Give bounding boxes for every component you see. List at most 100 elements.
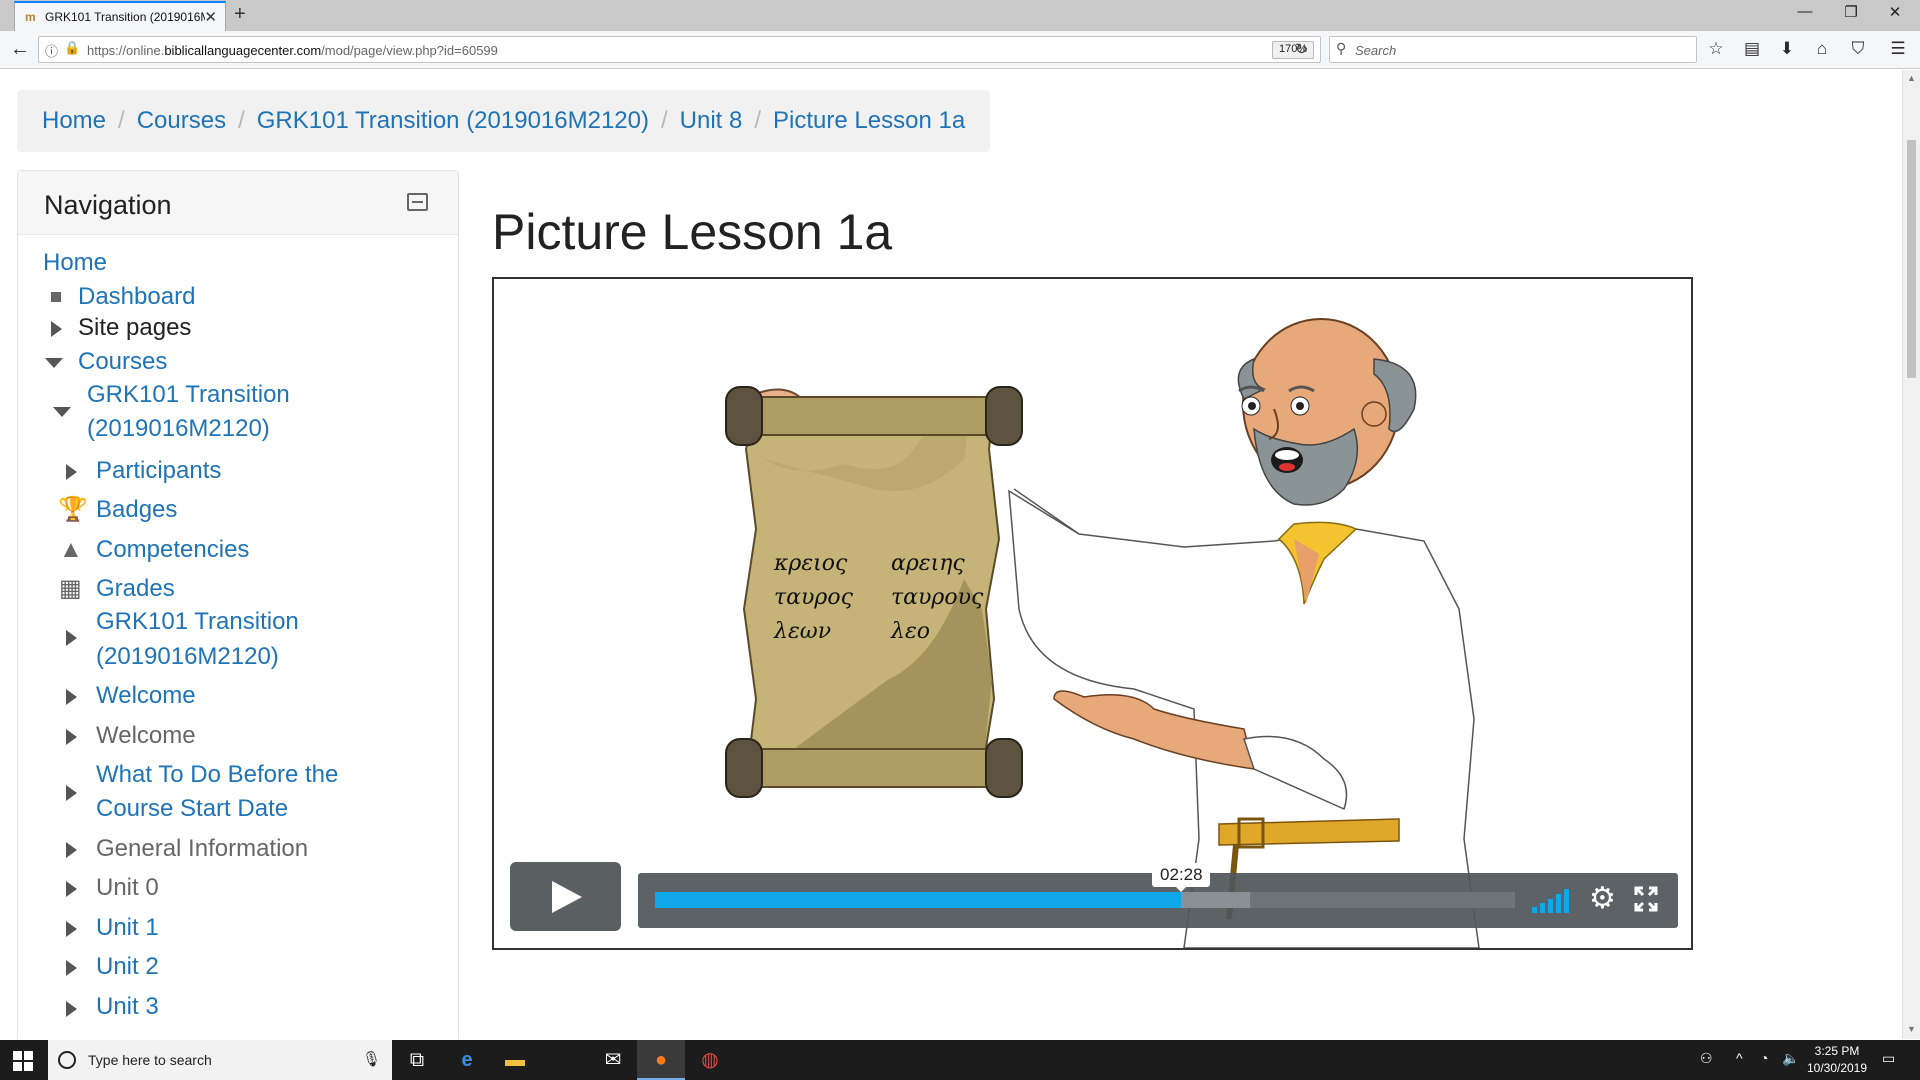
triangle-right-icon[interactable]	[66, 881, 77, 897]
site-info-icon[interactable]: ⓘ	[45, 41, 58, 60]
reload-icon[interactable]: ↻	[1295, 40, 1308, 58]
nav-item-label-line2[interactable]: Course Start Date	[96, 795, 288, 822]
mail-icon[interactable]: ✉	[589, 1040, 637, 1080]
nav-item-course-section[interactable]: GRK101 Transition	[96, 605, 299, 639]
nav-item-label[interactable]: Unit 0	[96, 874, 159, 901]
nav-item-course[interactable]: GRK101 Transition	[87, 378, 290, 412]
breadcrumb-courses[interactable]: Courses	[137, 107, 226, 135]
nav-item-label[interactable]: Home	[43, 249, 107, 276]
nav-item-label[interactable]: Welcome	[96, 682, 196, 709]
tray-chevron-icon[interactable]: ^	[1736, 1050, 1743, 1066]
progress-track[interactable]: 02:28	[655, 863, 1515, 908]
nav-item-label[interactable]: GRK101 Transition	[96, 608, 299, 635]
nav-item-welcome[interactable]: Welcome	[96, 679, 196, 713]
play-button[interactable]	[510, 862, 621, 931]
scroll-up-icon[interactable]: ▲	[1907, 73, 1916, 83]
nav-item-label[interactable]: Participants	[96, 457, 221, 484]
breadcrumb-course[interactable]: GRK101 Transition (2019016M2120)	[257, 107, 649, 135]
nav-item-welcome-section[interactable]: Welcome	[96, 719, 196, 753]
video-player[interactable]: κρειος αρειης ταυρος ταυρους λεων λεο 02…	[492, 277, 1693, 950]
triangle-right-icon[interactable]	[66, 921, 77, 937]
people-icon[interactable]: ⚇	[1700, 1050, 1713, 1067]
breadcrumb-current-page[interactable]: Picture Lesson 1a	[773, 107, 965, 135]
microphone-icon[interactable]: 🎙	[362, 1050, 381, 1068]
triangle-right-icon[interactable]	[66, 689, 77, 705]
menu-icon[interactable]: ☰	[1886, 39, 1910, 59]
breadcrumb-unit[interactable]: Unit 8	[680, 107, 743, 135]
nav-item-label[interactable]: Unit 2	[96, 953, 159, 980]
nav-item-general-information[interactable]: General Information	[96, 832, 308, 866]
nav-item-course-section-code[interactable]: (2019016M2120)	[96, 640, 279, 674]
download-icon[interactable]: ⬇	[1775, 39, 1799, 59]
bookmark-star-icon[interactable]: ☆	[1704, 39, 1728, 59]
close-window-button[interactable]: ✕	[1880, 3, 1910, 21]
settings-gear-icon[interactable]: ⚙	[1589, 884, 1616, 914]
reading-list-icon[interactable]: ▤	[1740, 39, 1764, 59]
nav-item-label[interactable]: Site pages	[78, 314, 191, 341]
nav-item-label[interactable]: What To Do Before the	[96, 761, 338, 788]
nav-item-participants[interactable]: Participants	[96, 454, 221, 488]
nav-item-label[interactable]: Unit 1	[96, 914, 159, 941]
nav-item-label[interactable]: General Information	[96, 835, 308, 862]
home-icon[interactable]: ⌂	[1810, 39, 1834, 59]
collapse-block-button[interactable]	[407, 193, 428, 211]
taskbar-clock[interactable]: 3:25 PM 10/30/2019	[1800, 1043, 1874, 1077]
nav-item-before-start-line2[interactable]: Course Start Date	[96, 792, 288, 826]
nav-item-label[interactable]: Badges	[96, 496, 177, 523]
nav-item-grades[interactable]: Grades	[96, 572, 175, 606]
scrollbar-thumb[interactable]	[1907, 140, 1916, 378]
triangle-right-icon[interactable]	[66, 1001, 77, 1017]
nav-item-unit-3[interactable]: Unit 3	[96, 990, 159, 1024]
firefox-icon[interactable]: ●	[637, 1040, 685, 1080]
minimize-window-button[interactable]: —	[1790, 3, 1820, 20]
page-scrollbar[interactable]: ▲ ▼	[1902, 70, 1920, 1039]
nav-item-label[interactable]: Courses	[78, 348, 167, 375]
nav-item-label-line2[interactable]: (2019016M2120)	[87, 415, 270, 442]
wifi-icon[interactable]: ◔	[1760, 1050, 1768, 1066]
back-button[interactable]: ←	[8, 38, 32, 61]
triangle-right-icon[interactable]	[66, 630, 77, 646]
nav-item-unit-1[interactable]: Unit 1	[96, 911, 159, 945]
browser-search-field[interactable]: ⚲ Search	[1329, 36, 1697, 63]
taskbar-search-box[interactable]: Type here to search 🎙	[48, 1040, 392, 1080]
file-explorer-icon[interactable]: ▬	[491, 1040, 539, 1080]
address-bar[interactable]: ⓘ 🔒 https://online.biblicallanguagecente…	[38, 36, 1321, 63]
url-text[interactable]: https://online.biblicallanguagecenter.co…	[87, 43, 498, 58]
nav-item-label[interactable]: Dashboard	[78, 283, 195, 310]
triangle-right-icon[interactable]	[66, 842, 77, 858]
restore-window-button[interactable]: ❐	[1836, 3, 1866, 21]
new-tab-button[interactable]: +	[234, 3, 246, 26]
triangle-right-icon[interactable]	[66, 464, 77, 480]
nav-item-label[interactable]: Competencies	[96, 536, 249, 563]
nav-item-before-start[interactable]: What To Do Before the	[96, 758, 338, 792]
task-view-icon[interactable]: ⧉	[393, 1040, 441, 1080]
browser-tab[interactable]: m GRK101 Transition (2019016M ✕	[14, 1, 226, 31]
nav-item-label-line2[interactable]: (2019016M2120)	[96, 643, 279, 670]
nav-item-label[interactable]: Grades	[96, 575, 175, 602]
nav-item-unit-0[interactable]: Unit 0	[96, 871, 159, 905]
scroll-down-icon[interactable]: ▼	[1907, 1024, 1916, 1034]
nav-item-competencies[interactable]: Competencies	[96, 533, 249, 567]
nav-item-unit-2[interactable]: Unit 2	[96, 950, 159, 984]
zoom-indicator[interactable]: 170%	[1272, 41, 1315, 59]
nav-item-site-pages[interactable]: Site pages	[78, 311, 191, 345]
nav-item-label[interactable]: Welcome	[96, 722, 196, 749]
pocket-icon[interactable]: ⛉	[1846, 39, 1870, 59]
triangle-right-icon[interactable]	[66, 960, 77, 976]
triangle-right-icon[interactable]	[66, 729, 77, 745]
nav-item-home[interactable]: Home	[43, 246, 107, 280]
nav-item-label[interactable]: Unit 3	[96, 993, 159, 1020]
triangle-down-icon[interactable]	[53, 407, 71, 417]
app-icon[interactable]: ◍	[686, 1040, 734, 1080]
volume-icon[interactable]	[1532, 889, 1576, 913]
speaker-icon[interactable]: 🔈	[1782, 1050, 1799, 1067]
edge-browser-icon[interactable]: e	[443, 1040, 491, 1080]
notification-center-icon[interactable]: ▭	[1882, 1050, 1895, 1067]
nav-item-dashboard[interactable]: Dashboard	[78, 280, 195, 314]
nav-item-courses[interactable]: Courses	[78, 345, 167, 379]
triangle-right-icon[interactable]	[66, 785, 77, 801]
nav-item-label[interactable]: GRK101 Transition	[87, 381, 290, 408]
close-tab-icon[interactable]: ✕	[204, 8, 217, 26]
fullscreen-icon[interactable]	[1634, 886, 1658, 912]
triangle-right-icon[interactable]	[51, 321, 62, 337]
